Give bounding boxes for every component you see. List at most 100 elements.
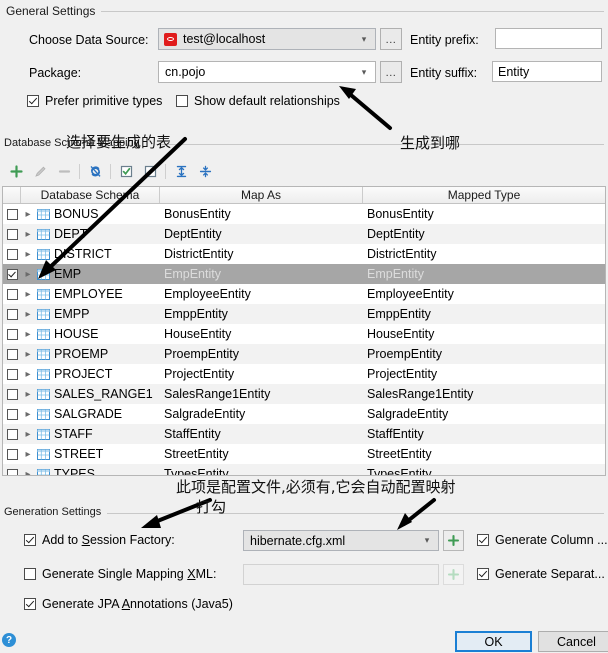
row-select-checkbox[interactable]: [3, 244, 21, 264]
row-select-checkbox[interactable]: [3, 464, 21, 475]
table-row[interactable]: ▸ STREET StreetEntity StreetEntity: [3, 444, 605, 464]
generate-jpa-annotations-checkbox[interactable]: Generate JPA Annotations (Java5): [24, 597, 233, 611]
chevron-right-icon[interactable]: ▸: [23, 229, 33, 240]
column-header-map-as[interactable]: Map As: [160, 187, 363, 203]
row-select-checkbox[interactable]: [3, 264, 21, 284]
cell-mapped-type[interactable]: DistrictEntity: [363, 244, 605, 264]
cell-database-schema[interactable]: ▸ EMP: [21, 264, 160, 284]
chevron-right-icon[interactable]: ▸: [23, 269, 33, 280]
chevron-down-icon[interactable]: ▾: [353, 29, 375, 49]
chevron-right-icon[interactable]: ▸: [23, 309, 33, 320]
select-all-icon[interactable]: [114, 161, 138, 181]
cell-map-as[interactable]: ProjectEntity: [160, 364, 363, 384]
show-default-relationships-checkbox[interactable]: Show default relationships: [176, 94, 340, 108]
chevron-down-icon[interactable]: ▾: [416, 531, 438, 550]
cell-mapped-type[interactable]: SalesRange1Entity: [363, 384, 605, 404]
row-select-checkbox[interactable]: [3, 364, 21, 384]
cell-map-as[interactable]: StreetEntity: [160, 444, 363, 464]
chevron-right-icon[interactable]: ▸: [23, 449, 33, 460]
cell-database-schema[interactable]: ▸ DISTRICT: [21, 244, 160, 264]
cell-mapped-type[interactable]: HouseEntity: [363, 324, 605, 344]
help-icon[interactable]: ?: [2, 633, 16, 647]
cell-database-schema[interactable]: ▸ DEPT: [21, 224, 160, 244]
cell-database-schema[interactable]: ▸ EMPP: [21, 304, 160, 324]
table-row[interactable]: ▸ EMP EmpEntity EmpEntity: [3, 264, 605, 284]
chevron-down-icon[interactable]: ▾: [353, 62, 375, 82]
cell-mapped-type[interactable]: ProempEntity: [363, 344, 605, 364]
chevron-right-icon[interactable]: ▸: [23, 349, 33, 360]
refresh-icon[interactable]: [83, 161, 107, 181]
add-icon[interactable]: [4, 161, 28, 181]
row-select-checkbox[interactable]: [3, 224, 21, 244]
table-row[interactable]: ▸ PROJECT ProjectEntity ProjectEntity: [3, 364, 605, 384]
cell-map-as[interactable]: StaffEntity: [160, 424, 363, 444]
data-source-browse-button[interactable]: ...: [380, 28, 402, 50]
cell-database-schema[interactable]: ▸ EMPLOYEE: [21, 284, 160, 304]
package-browse-button[interactable]: ...: [380, 61, 402, 83]
add-session-factory-file-button[interactable]: [443, 530, 464, 551]
cell-mapped-type[interactable]: StreetEntity: [363, 444, 605, 464]
cell-map-as[interactable]: EmpEntity: [160, 264, 363, 284]
cell-mapped-type[interactable]: EmppEntity: [363, 304, 605, 324]
collapse-all-icon[interactable]: [193, 161, 217, 181]
chevron-right-icon[interactable]: ▸: [23, 369, 33, 380]
chevron-right-icon[interactable]: ▸: [23, 389, 33, 400]
cell-mapped-type[interactable]: EmpEntity: [363, 264, 605, 284]
table-row[interactable]: ▸ STAFF StaffEntity StaffEntity: [3, 424, 605, 444]
column-header-database-schema[interactable]: Database Schema: [21, 187, 160, 203]
row-select-checkbox[interactable]: [3, 204, 21, 224]
cell-mapped-type[interactable]: StaffEntity: [363, 424, 605, 444]
table-row[interactable]: ▸ BONUS BonusEntity BonusEntity: [3, 204, 605, 224]
table-row[interactable]: ▸ SALGRADE SalgradeEntity SalgradeEntity: [3, 404, 605, 424]
cell-database-schema[interactable]: ▸ SALES_RANGE1: [21, 384, 160, 404]
cell-map-as[interactable]: DeptEntity: [160, 224, 363, 244]
cell-database-schema[interactable]: ▸ SALGRADE: [21, 404, 160, 424]
chevron-right-icon[interactable]: ▸: [23, 329, 33, 340]
row-select-checkbox[interactable]: [3, 344, 21, 364]
cancel-button[interactable]: Cancel: [538, 631, 608, 652]
row-select-checkbox[interactable]: [3, 384, 21, 404]
expand-all-icon[interactable]: [169, 161, 193, 181]
chevron-right-icon[interactable]: ▸: [23, 429, 33, 440]
cell-mapped-type[interactable]: SalgradeEntity: [363, 404, 605, 424]
table-row[interactable]: ▸ TYPES TypesEntity TypesEntity: [3, 464, 605, 476]
cell-database-schema[interactable]: ▸ STREET: [21, 444, 160, 464]
cell-map-as[interactable]: DistrictEntity: [160, 244, 363, 264]
cell-map-as[interactable]: EmppEntity: [160, 304, 363, 324]
entity-prefix-input[interactable]: [495, 28, 602, 49]
row-select-checkbox[interactable]: [3, 444, 21, 464]
table-row[interactable]: ▸ PROEMP ProempEntity ProempEntity: [3, 344, 605, 364]
add-to-session-factory-checkbox[interactable]: Add to Session Factory:: [24, 533, 175, 547]
table-row[interactable]: ▸ EMPP EmppEntity EmppEntity: [3, 304, 605, 324]
chevron-right-icon[interactable]: ▸: [23, 209, 33, 220]
cell-mapped-type[interactable]: ProjectEntity: [363, 364, 605, 384]
row-select-checkbox[interactable]: [3, 324, 21, 344]
cell-database-schema[interactable]: ▸ PROEMP: [21, 344, 160, 364]
table-row[interactable]: ▸ SALES_RANGE1 SalesRange1Entity SalesRange…: [3, 384, 605, 404]
table-row[interactable]: ▸ EMPLOYEE EmployeeEntity EmployeeEntity: [3, 284, 605, 304]
column-header-mapped-type[interactable]: Mapped Type: [363, 187, 605, 203]
cell-map-as[interactable]: SalesRange1Entity: [160, 384, 363, 404]
cell-map-as[interactable]: HouseEntity: [160, 324, 363, 344]
row-select-checkbox[interactable]: [3, 424, 21, 444]
generate-single-mapping-xml-checkbox[interactable]: Generate Single Mapping XML:: [24, 567, 216, 581]
table-row[interactable]: ▸ HOUSE HouseEntity HouseEntity: [3, 324, 605, 344]
cell-map-as[interactable]: BonusEntity: [160, 204, 363, 224]
cell-map-as[interactable]: SalgradeEntity: [160, 404, 363, 424]
row-select-checkbox[interactable]: [3, 284, 21, 304]
cell-mapped-type[interactable]: TypesEntity: [363, 464, 605, 475]
chevron-right-icon[interactable]: ▸: [23, 289, 33, 300]
cell-database-schema[interactable]: ▸ STAFF: [21, 424, 160, 444]
cell-database-schema[interactable]: ▸ HOUSE: [21, 324, 160, 344]
package-combobox[interactable]: cn.pojo ▾: [158, 61, 376, 83]
cell-mapped-type[interactable]: DeptEntity: [363, 224, 605, 244]
prefer-primitive-types-checkbox[interactable]: Prefer primitive types: [27, 94, 162, 108]
ok-button[interactable]: OK: [455, 631, 532, 652]
table-row[interactable]: ▸ DEPT DeptEntity DeptEntity: [3, 224, 605, 244]
cell-mapped-type[interactable]: BonusEntity: [363, 204, 605, 224]
cell-map-as[interactable]: EmployeeEntity: [160, 284, 363, 304]
cell-database-schema[interactable]: ▸ PROJECT: [21, 364, 160, 384]
session-factory-combobox[interactable]: hibernate.cfg.xml ▾: [243, 530, 439, 551]
chevron-right-icon[interactable]: ▸: [23, 469, 33, 476]
row-select-checkbox[interactable]: [3, 404, 21, 424]
